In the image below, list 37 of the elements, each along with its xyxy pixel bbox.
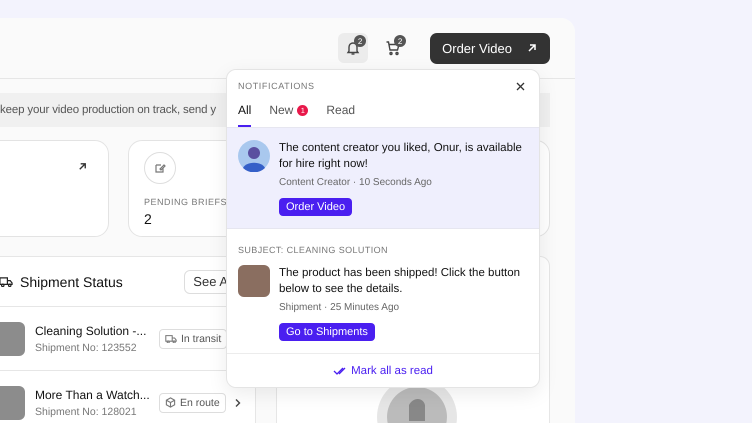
box-icon	[165, 397, 176, 408]
chevron-icon	[234, 398, 241, 408]
order-video-button[interactable]: Order Video	[430, 32, 550, 64]
tab[interactable]: Read	[326, 102, 356, 127]
shipment-number: Shipment No: 123552	[35, 342, 138, 354]
product-name: Cleaning Solution -...	[35, 324, 148, 338]
stat-label: PENDING BRIEFS	[144, 197, 228, 207]
notification-message: The product has been shipped! Click the button below to see the details.	[279, 266, 522, 297]
count-badge: 2	[394, 35, 406, 47]
shipment-number: Shipment No: 128021	[35, 406, 138, 418]
truck-icon	[0, 276, 13, 288]
edit-icon	[144, 152, 176, 184]
photo-placeholder	[238, 265, 270, 297]
stat-value: 2	[144, 211, 153, 227]
cart-button[interactable]: 2	[378, 33, 408, 63]
notifications-button[interactable]: 2	[338, 33, 368, 63]
arrow-icon	[526, 42, 538, 54]
status-text: In transit	[181, 332, 222, 344]
mark-all-read-link[interactable]: Mark all as read	[327, 364, 439, 378]
action-button[interactable]: Go to Shipments	[279, 323, 375, 341]
close-icon[interactable]	[516, 82, 525, 90]
count-badge: 2	[354, 35, 366, 47]
notification-meta: Content Creator · 10 Seconds Ago	[279, 177, 433, 188]
product-name: More Than a Watch...	[35, 388, 151, 402]
notification-message: The content creator you liked, Onur, is available for hire right now!	[279, 141, 523, 172]
double-check-icon	[333, 366, 346, 374]
action-button[interactable]: Order Video	[279, 198, 352, 216]
notification-meta: Shipment · 25 Minutes Ago	[279, 302, 400, 313]
arrow-icon	[77, 161, 88, 172]
subject-label: SUBJECT: CLEANING SOLUTION	[238, 245, 389, 255]
avatar	[238, 140, 270, 172]
cart-icon	[385, 40, 402, 56]
bell-icon	[345, 40, 362, 56]
truck-icon	[165, 334, 177, 344]
panel-title: NOTIFICATIONS	[238, 81, 315, 91]
status-text: En route	[180, 396, 220, 408]
panel-title: Shipment Status	[20, 274, 124, 290]
